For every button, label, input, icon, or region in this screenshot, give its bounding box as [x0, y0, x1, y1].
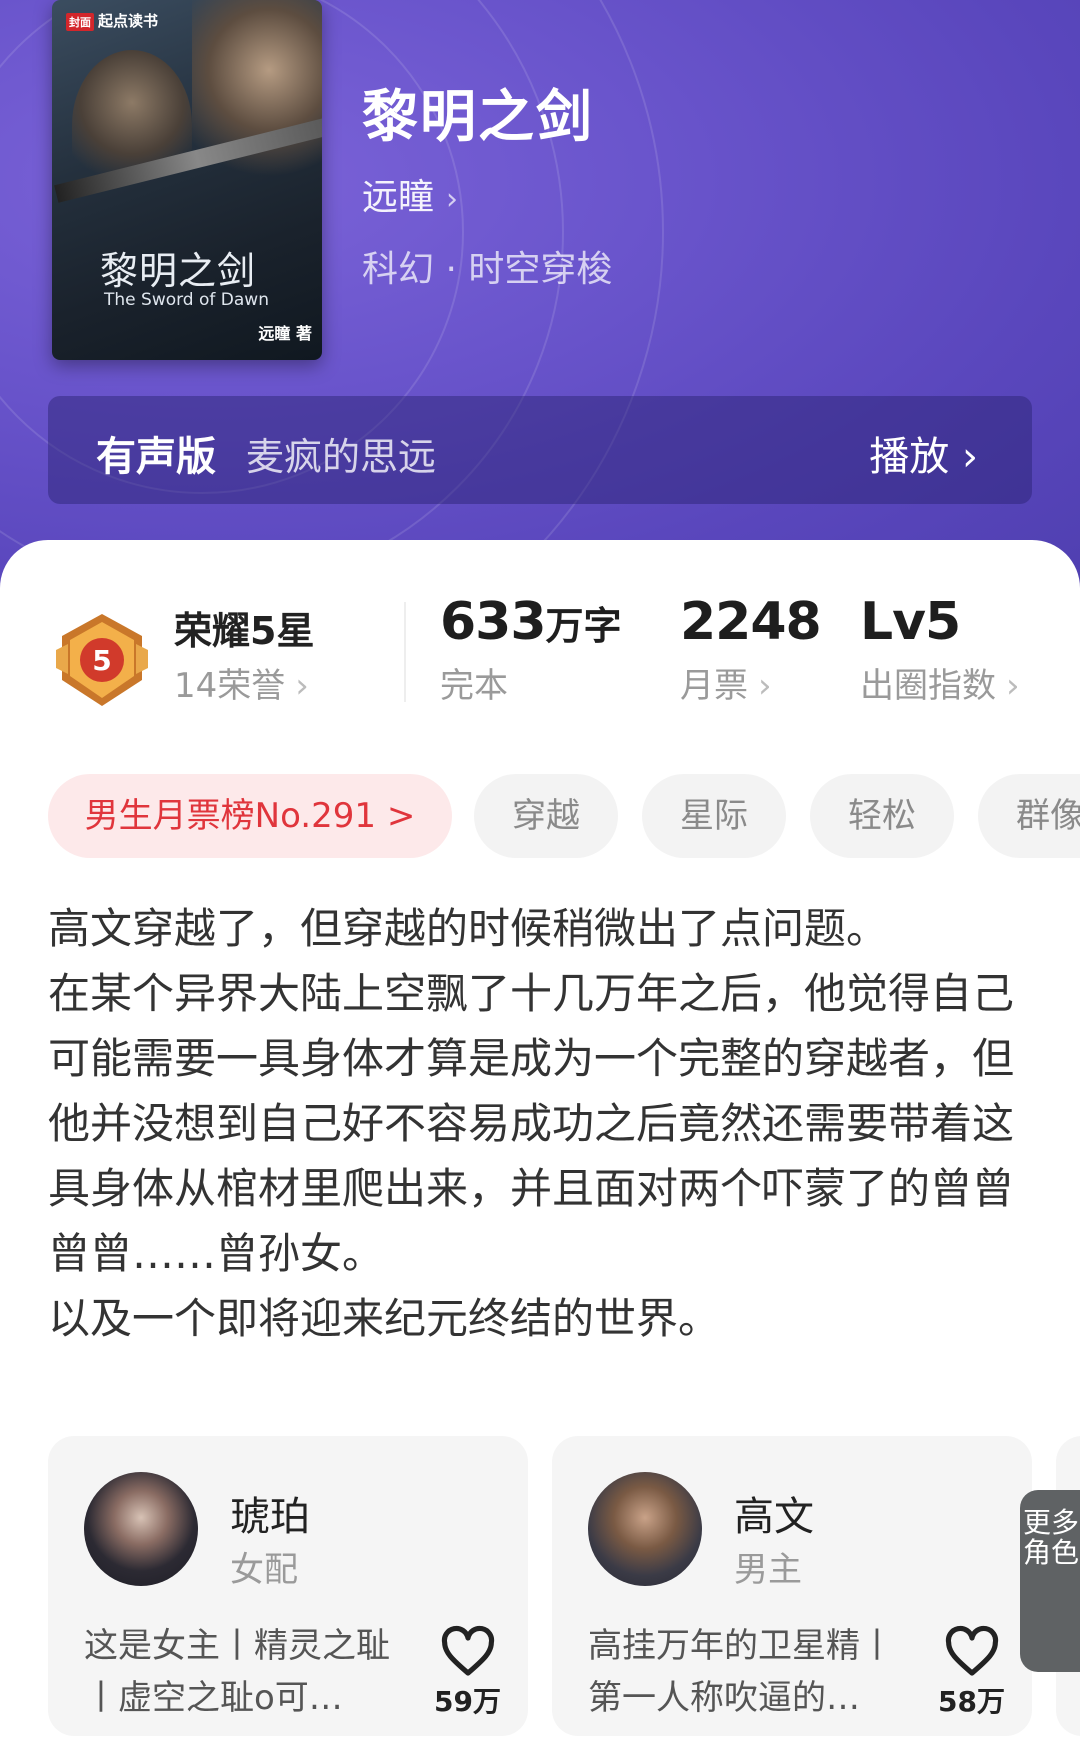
cover-subtitle: The Sword of Dawn	[104, 290, 269, 310]
word-count-stat: 633万字 完本	[440, 592, 622, 706]
honor-title: 荣耀5星	[174, 609, 315, 653]
character-description: 高挂万年的卫星精丨第一人称吹逼的…	[588, 1626, 894, 1718]
influence-index-stat[interactable]: Lv5 出圈指数 ›	[860, 592, 1020, 707]
book-synopsis[interactable]: 高文穿越了，但穿越的时候稍微出了点问题。 在某个异界大陆上空飘了十几万年之后，他…	[48, 896, 1038, 1351]
character-name: 琥珀	[230, 1494, 310, 1540]
avatar	[84, 1472, 198, 1586]
honor-medal-icon[interactable]: 5	[52, 610, 152, 710]
tag-chip[interactable]: 轻松	[810, 774, 954, 858]
character-card[interactable]: 高文 男主 高挂万年的卫星精丨第一人称吹逼的… 58万	[552, 1436, 1032, 1736]
character-name: 高文	[734, 1494, 814, 1540]
svg-text:5: 5	[92, 644, 111, 677]
author-link[interactable]: 远瞳 ›	[362, 168, 458, 220]
audio-label: 有声版	[96, 434, 216, 480]
cover-title: 黎明之剑	[100, 249, 257, 293]
heart-icon[interactable]	[440, 1624, 496, 1680]
publisher-logo: 封面 起点读书	[66, 10, 158, 31]
tag-chip[interactable]: 群像	[978, 774, 1080, 858]
chevron-right-icon: ›	[446, 182, 459, 217]
tag-row: 男生月票榜No.291 > 穿越 星际 轻松 群像	[48, 774, 1080, 858]
avatar	[588, 1472, 702, 1586]
author-name: 远瞳	[362, 177, 435, 218]
synopsis-paragraph: 在某个异界大陆上空飘了十几万年之后，他觉得自己可能需要一具身体才算是成为一个完整…	[48, 969, 1015, 1278]
tag-chip[interactable]: 星际	[642, 774, 786, 858]
ranking-tag[interactable]: 男生月票榜No.291 >	[48, 774, 452, 858]
tag-chip[interactable]: 穿越	[474, 774, 618, 858]
chevron-right-icon: ›	[1006, 666, 1020, 706]
character-role: 男主	[734, 1550, 802, 1590]
book-title: 黎明之剑	[362, 84, 594, 150]
synopsis-paragraph: 高文穿越了，但穿越的时候稍微出了点问题。	[48, 904, 889, 953]
synopsis-paragraph: 以及一个即将迎来纪元终结的世界。	[48, 1294, 721, 1343]
monthly-ticket-stat[interactable]: 2248 月票 ›	[680, 592, 822, 707]
narrator-name: 麦疯的思远	[246, 435, 437, 479]
heart-icon[interactable]	[944, 1624, 1000, 1680]
chevron-right-icon: ›	[758, 666, 772, 706]
chevron-right-icon: ›	[962, 434, 978, 480]
character-description: 这是女主丨精灵之耻丨虚空之耻o可…	[84, 1626, 390, 1718]
chevron-right-icon: ›	[295, 666, 309, 706]
book-cover[interactable]: 封面 起点读书 黎明之剑 The Sword of Dawn 远瞳 著	[52, 0, 322, 360]
book-header: 封面 起点读书 黎明之剑 The Sword of Dawn 远瞳 著 黎明之剑 …	[0, 0, 1080, 600]
like-count: 58万	[938, 1685, 1005, 1718]
divider	[404, 602, 406, 702]
stats-row: 5 荣耀5星 14荣誉 › 633万字 完本 2248 月票 › Lv5 出圈指数 ›	[0, 592, 1080, 712]
book-detail-panel: 5 荣耀5星 14荣誉 › 633万字 完本 2248 月票 › Lv5 出圈指数 ›…	[0, 540, 1080, 1764]
audio-version-bar[interactable]: 有声版 麦疯的思远 播放 ›	[48, 396, 1032, 504]
character-card[interactable]: 琥珀 女配 这是女主丨精灵之耻丨虚空之耻o可… 59万	[48, 1436, 528, 1736]
book-genre[interactable]: 科幻 · 时空穿梭	[362, 240, 612, 292]
play-button[interactable]: 播放 ›	[869, 424, 978, 482]
more-characters-button[interactable]: 更多角色	[1020, 1490, 1080, 1672]
character-role: 女配	[230, 1550, 298, 1590]
cover-author: 远瞳 著	[258, 324, 312, 343]
cover-art	[192, 0, 322, 200]
like-count: 59万	[434, 1685, 501, 1718]
status-label: 完本	[440, 666, 508, 706]
honor-link[interactable]: 14荣誉 ›	[174, 658, 309, 707]
